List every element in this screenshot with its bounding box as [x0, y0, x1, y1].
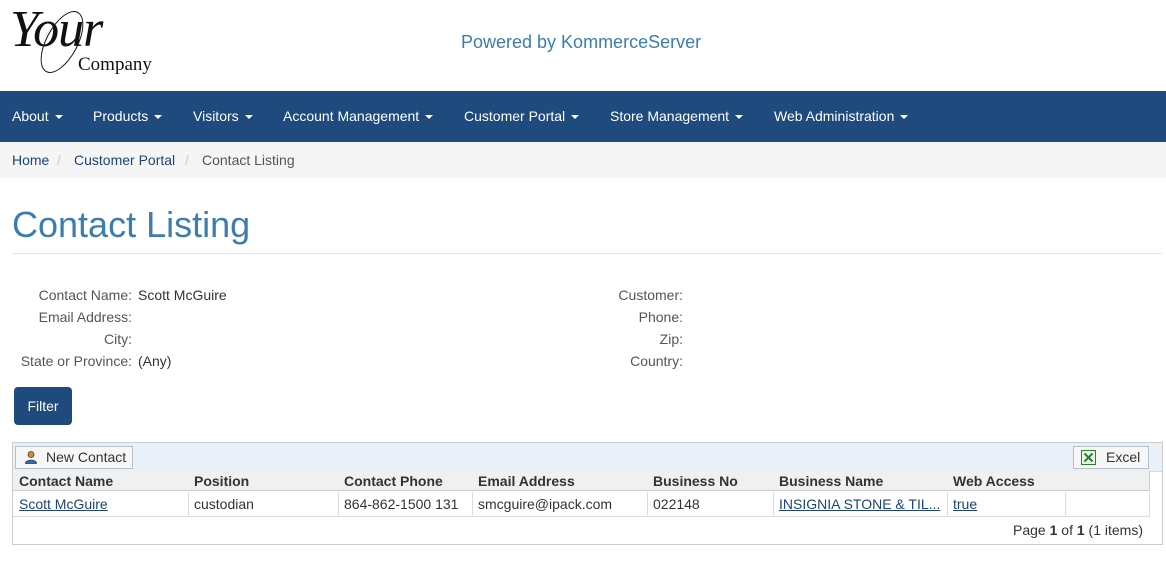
caret-down-icon [735, 115, 744, 120]
nav-account-management[interactable]: Account Management [283, 91, 434, 142]
contact-name-label: Contact Name: [38, 287, 132, 303]
column-header-contact-name[interactable]: Contact Name [13, 471, 189, 491]
breadcrumb-current: Contact Listing [202, 152, 295, 168]
column-header-contact-phone[interactable]: Contact Phone [338, 471, 473, 491]
caret-down-icon [571, 115, 580, 120]
company-logo[interactable]: Your Company [10, 1, 160, 80]
breadcrumb-customer-portal[interactable]: Customer Portal [74, 152, 175, 168]
zip-label: Zip: [659, 331, 683, 347]
site-header: Your Company Powered by KommerceServer [0, 0, 1166, 91]
table-cell-position: custodian [188, 492, 339, 516]
excel-export-button[interactable]: Excel [1073, 446, 1149, 469]
nav-label: Visitors [193, 108, 239, 124]
pager-item-count: (1 items) [1088, 522, 1143, 538]
new-contact-button[interactable]: New Contact [15, 446, 133, 469]
nav-label: About [12, 108, 49, 124]
column-header-blank [1065, 471, 1150, 491]
table-cell-blank [1065, 492, 1150, 516]
excel-icon [1081, 450, 1096, 465]
table-cell-web-access: true [947, 492, 1066, 516]
powered-by-text: Powered by KommerceServer [461, 32, 702, 52]
page-title: Contact Listing [12, 204, 251, 245]
nav-label: Products [93, 108, 149, 124]
state-value: (Any) [138, 353, 172, 369]
state-label: State or Province: [20, 353, 132, 369]
column-header-position[interactable]: Position [188, 471, 339, 491]
nav-label: Store Management [610, 108, 730, 124]
column-header-business-no[interactable]: Business No [647, 471, 774, 491]
table-cell-business-name: INSIGNIA STONE & TIL... [773, 492, 948, 516]
caret-down-icon [900, 115, 909, 120]
contact-name-link[interactable]: Scott McGuire [19, 496, 108, 512]
city-label: City: [104, 331, 132, 347]
table-cell-contact-phone: 864-862-1500 131 [338, 492, 473, 516]
new-contact-label: New Contact [46, 449, 127, 465]
caret-down-icon [244, 115, 253, 120]
pager-of: of [1061, 522, 1073, 538]
filter-button[interactable]: Filter [14, 387, 72, 425]
breadcrumb-home[interactable]: Home [12, 152, 49, 168]
nav-label: Customer Portal [464, 108, 566, 124]
column-header-business-name[interactable]: Business Name [773, 471, 948, 491]
table-cell-contact-name: Scott McGuire [13, 492, 189, 516]
nav-customer-portal[interactable]: Customer Portal [464, 91, 580, 142]
pager-total-pages: 1 [1076, 522, 1085, 538]
table-cell-business-no: 022148 [647, 492, 774, 516]
excel-label: Excel [1106, 449, 1141, 465]
caret-down-icon [154, 115, 163, 120]
grid-toolbar: New Contact Excel [13, 443, 1162, 472]
nav-about[interactable]: About [12, 91, 63, 142]
user-icon [25, 451, 37, 464]
pager-current-page: 1 [1049, 522, 1058, 538]
web-access-link[interactable]: true [953, 496, 977, 512]
breadcrumb: Home / Customer Portal / Contact Listing [0, 142, 1166, 178]
logo-company: Company [78, 54, 152, 75]
nav-label: Web Administration [774, 108, 895, 124]
breadcrumb-separator: / [185, 152, 189, 168]
nav-web-administration[interactable]: Web Administration [774, 91, 909, 142]
pager-prefix: Page [1013, 522, 1046, 538]
column-header-web-access[interactable]: Web Access [947, 471, 1066, 491]
phone-label: Phone: [638, 309, 683, 325]
nav-store-management[interactable]: Store Management [610, 91, 744, 142]
customer-label: Customer: [618, 287, 683, 303]
nav-visitors[interactable]: Visitors [193, 91, 253, 142]
caret-down-icon [54, 115, 63, 120]
main-navbar: About Products Visitors Account Manageme… [0, 91, 1166, 142]
caret-down-icon [425, 115, 434, 120]
email-label: Email Address: [38, 309, 132, 325]
contacts-grid: New Contact Excel Contact Name Position … [12, 442, 1163, 545]
pager: Page 1 of 1 (1 items) [1013, 522, 1143, 538]
row-divider [13, 516, 1150, 517]
nav-products[interactable]: Products [93, 91, 163, 142]
contact-name-value: Scott McGuire [138, 287, 227, 303]
table-cell-email: smcguire@ipack.com [472, 492, 648, 516]
nav-label: Account Management [283, 108, 420, 124]
breadcrumb-separator: / [57, 152, 61, 168]
column-header-email-address[interactable]: Email Address [472, 471, 648, 491]
title-divider [12, 253, 1162, 254]
country-label: Country: [630, 353, 683, 369]
business-name-link[interactable]: INSIGNIA STONE & TIL... [779, 496, 940, 512]
logo-text: Your [10, 1, 103, 58]
